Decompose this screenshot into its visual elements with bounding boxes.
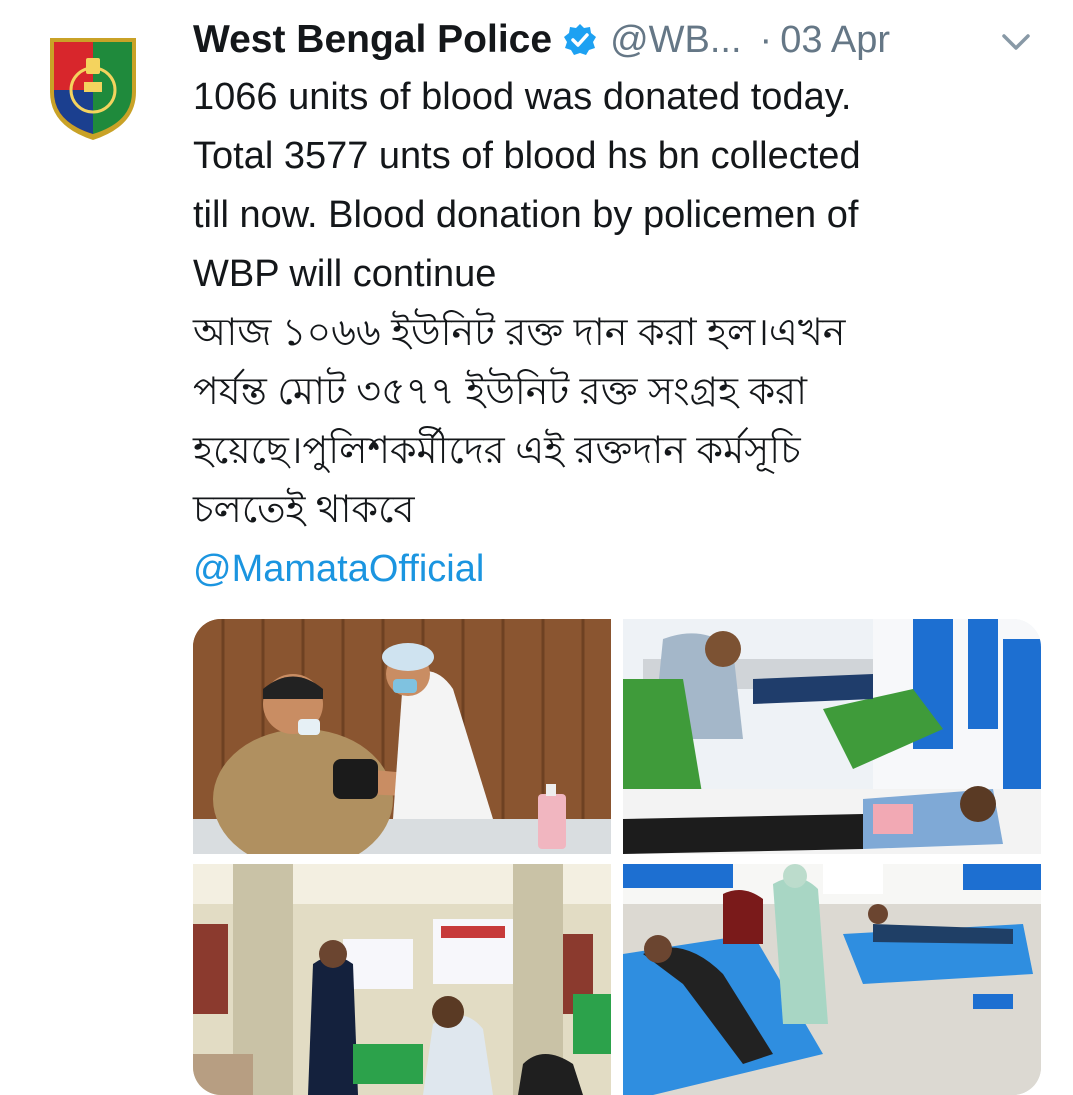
author-name[interactable]: West Bengal Police [193,18,552,62]
photo-donation-camp-hall[interactable] [193,864,611,1095]
author-handle[interactable]: @WB... [610,19,741,62]
tweet-text-line: WBP will continue [193,253,497,295]
tweet-text-line: চলতেই থাকবে [193,489,415,531]
tweet-date[interactable]: 03 Apr [780,19,890,62]
separator-dot: · [759,18,773,61]
chevron-down-icon[interactable] [998,26,1034,56]
west-bengal-police-badge [50,38,136,140]
photo-policeman-blood-pressure[interactable] [193,619,611,854]
author-avatar[interactable] [46,30,140,142]
tweet-text-line: Total 3577 unts of blood hs bn collected [193,135,861,177]
mention-link[interactable]: @MamataOfficial [193,540,1053,599]
tweet-text-line: পর্যন্ত মোট ৩৫৭৭ ইউনিট রক্ত সংগ্রহ করা [193,371,808,413]
tweet-text-line: 1066 units of blood was donated today. [193,76,852,118]
tweet-text-line: till now. Blood donation by policemen of [193,194,859,236]
photo-donors-on-blue-beds[interactable] [623,864,1041,1095]
tweet-text-line: আজ ১০৬৬ ইউনিট রক্ত দান করা হল।এখন [193,312,846,354]
verified-badge-icon [562,22,598,58]
tweet-text: 1066 units of blood was donated today. T… [193,68,1053,599]
photo-donors-on-beds[interactable] [623,619,1041,854]
tweet-text-line: হয়েছে।পুলিশকর্মীদের এই রক্তদান কর্মসূচি [193,430,801,472]
tweet-header: West Bengal Police @WB... · 03 Apr [193,12,1033,68]
